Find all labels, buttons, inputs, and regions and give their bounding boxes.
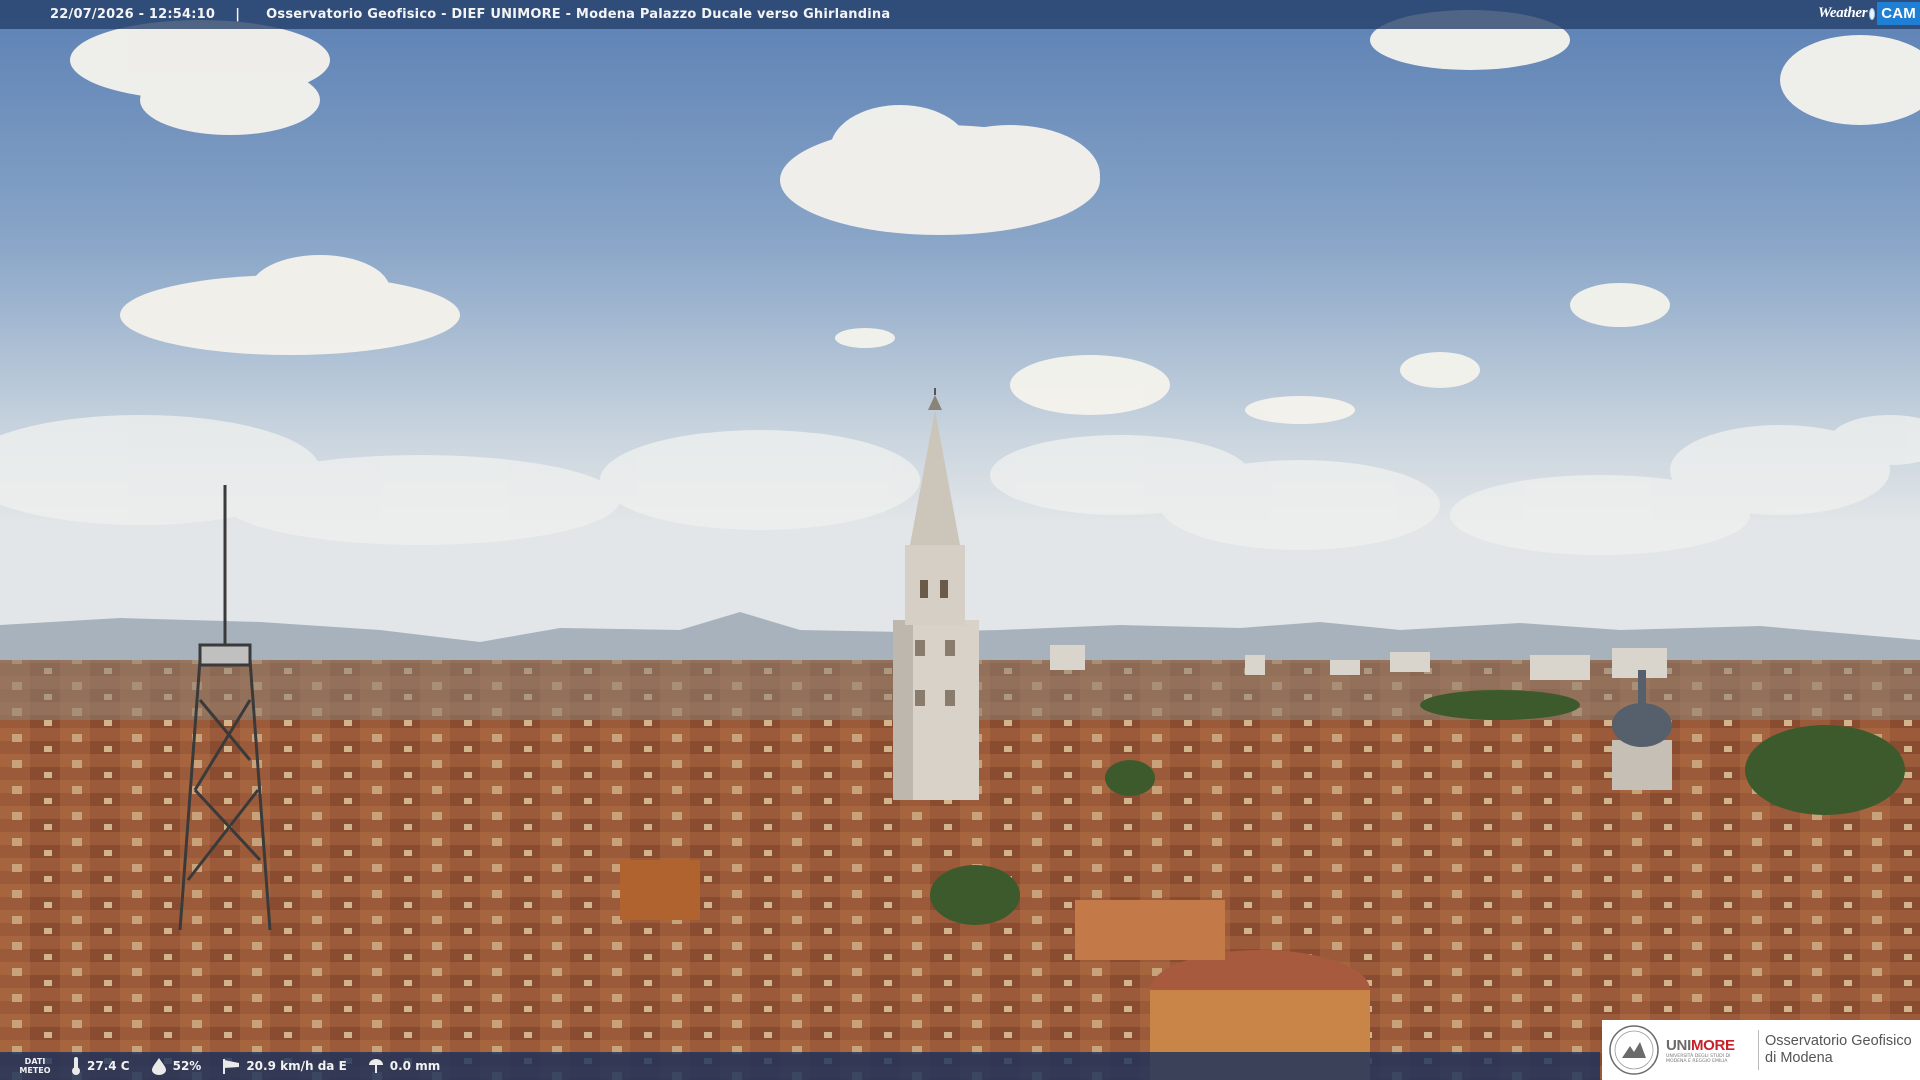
unimore-logo-panel: UNIMORE UNIVERSITÀ DEGLI STUDI DI MODENA… — [1602, 1020, 1920, 1080]
webcam-scene — [0, 0, 1920, 1080]
weathercam-logo: Weather CAM — [1818, 0, 1920, 27]
rain-reading: 0.0 mm — [367, 1057, 440, 1075]
temperature-reading: 27.4 C — [70, 1056, 130, 1076]
observatory-name: Osservatorio Geofisico di Modena — [1765, 1033, 1912, 1066]
rain-gauge-icon — [368, 1059, 383, 1073]
logo-divider — [1758, 1030, 1759, 1070]
weathercam-dot-icon — [1869, 7, 1876, 20]
rain-value: 0.0 mm — [389, 1059, 441, 1073]
camera-title: Osservatorio Geofisico - DIEF UNIMORE - … — [266, 7, 891, 22]
wind-reading: 20.9 km/h da E — [221, 1057, 347, 1075]
humidity-value: 52% — [172, 1059, 202, 1073]
humidity-reading: 52% — [150, 1057, 202, 1075]
wind-value: 20.9 km/h da E — [246, 1059, 347, 1073]
wind-sock-icon — [223, 1059, 240, 1074]
timestamp: 22/07/2026 - 12:54:10 — [50, 7, 216, 22]
thermometer-icon — [72, 1057, 80, 1075]
unimore-seal-icon — [1609, 1025, 1659, 1075]
temperature-value: 27.4 C — [87, 1059, 130, 1073]
separator: | — [235, 7, 241, 22]
info-banner: 22/07/2026 - 12:54:10 | Osservatorio Geo… — [0, 0, 1920, 29]
humidity-drop-icon — [151, 1058, 166, 1075]
unimore-brand: UNIMORE UNIVERSITÀ DEGLI STUDI DI MODENA… — [1666, 1036, 1735, 1064]
dati-meteo-label: DATI METEO — [19, 1057, 51, 1075]
weather-data-bar: DATI METEO 27.4 C 52% 20.9 km/h da E 0.0… — [0, 1052, 1600, 1080]
